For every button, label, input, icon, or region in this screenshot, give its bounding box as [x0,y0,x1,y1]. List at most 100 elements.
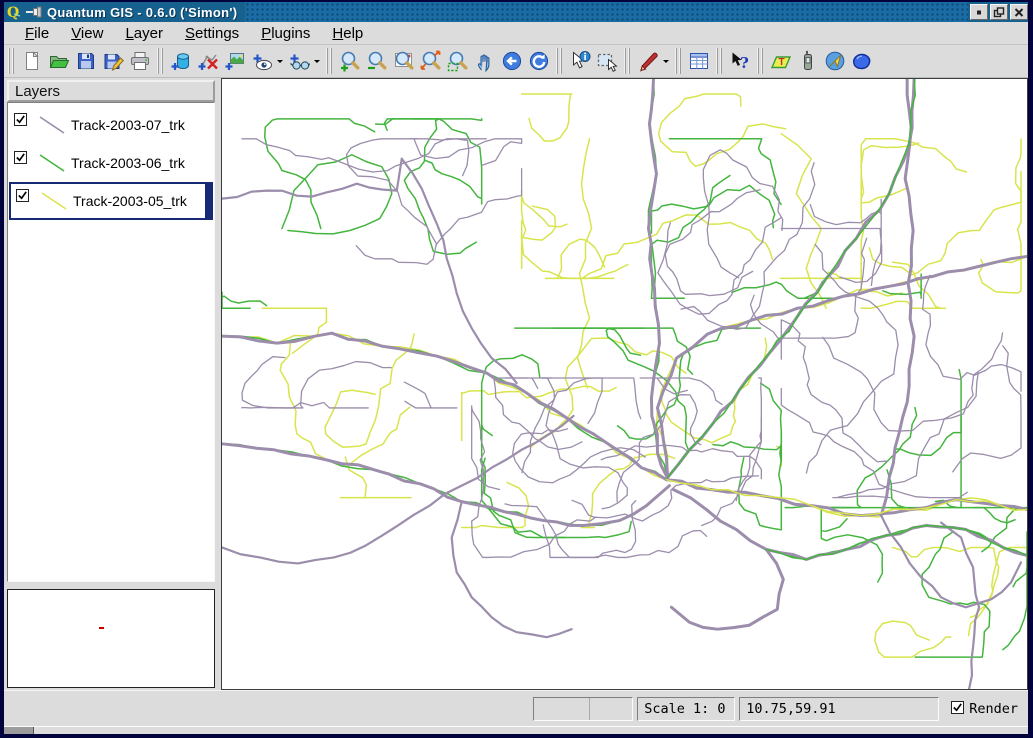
zoom-full-extent-button[interactable] [390,48,417,75]
minimize-button[interactable] [970,4,988,20]
gps-track [681,163,815,329]
pin-icon[interactable] [25,4,43,20]
overview-panel[interactable] [7,589,215,688]
layer-visibility-checkbox[interactable] [14,151,27,164]
status-bar: Scale 1: 0 10.75,59.91 Render [4,690,1028,726]
add-postgis-layer-button[interactable] [167,48,194,75]
layer-item-track-2003-07_trk[interactable]: Track-2003-07_trk [9,106,213,144]
layer-visibility-checkbox[interactable] [14,113,27,126]
qgis-window: Q Quantum GIS - 0.6.0 ('Simon') FileView… [0,0,1033,738]
menu-layer[interactable]: Layer [114,23,174,44]
back-arrow-icon [501,50,523,72]
gps-track [702,417,762,525]
gps-track [781,268,862,279]
toolbar-handle[interactable] [716,48,722,74]
eye-add-icon [251,50,273,72]
save-icon [75,50,97,72]
checkmark-icon [15,152,26,163]
gps-track [618,328,761,439]
add-vector-layer-button[interactable] [194,48,221,75]
layers-panel-header: Layers [7,80,215,102]
zoom-to-layer-button[interactable] [444,48,471,75]
checkmark-icon [15,114,26,125]
save-project-as-button[interactable] [99,48,126,75]
gps-track [282,155,392,234]
compass-plugin-button[interactable] [821,48,848,75]
gps-track [781,134,826,308]
progress-divider [589,698,590,720]
zoom-layer-icon [447,50,469,72]
zoom-previous-button[interactable] [498,48,525,75]
gps-track [606,328,688,449]
gps-track [384,119,481,130]
gps-track [404,382,457,408]
svg-text:T: T [778,57,784,68]
table-icon [688,50,710,72]
capture-tool-button-dropdown[interactable] [661,48,671,75]
pan-map-button[interactable] [471,48,498,75]
horizontal-splitter[interactable] [7,582,215,589]
add-raster-layer-button[interactable] [221,48,248,75]
resize-grip[interactable] [4,727,34,734]
zoom-to-selection-button[interactable] [417,48,444,75]
layer-item-track-2003-05_trk[interactable]: Track-2003-05_trk [9,182,213,220]
toolbar-handle[interactable] [556,48,562,74]
refresh-map-button[interactable] [525,48,552,75]
zoom-in-button[interactable] [336,48,363,75]
attribute-table-button[interactable] [685,48,712,75]
gps-track [669,139,781,205]
gps-track [659,94,786,166]
zoom-out-button[interactable] [363,48,390,75]
label-tool-button[interactable]: T [767,48,794,75]
progress-bar [533,697,633,721]
gps-track [833,373,979,498]
gps-track [703,150,782,278]
toolbar-handle[interactable] [757,48,763,74]
identify-features-button[interactable] [566,48,593,75]
menu-help[interactable]: Help [321,23,374,44]
toolbar-handle[interactable] [624,48,630,74]
gps-track [265,119,375,229]
open-project-button[interactable] [45,48,72,75]
toolbar-handle[interactable] [675,48,681,74]
import-gps-button[interactable] [285,48,312,75]
new-vector-layer-button-dropdown[interactable] [275,48,285,75]
plugin-tool-button[interactable] [848,48,875,75]
capture-tool-button[interactable] [634,48,661,75]
coordinate-display: 10.75,59.91 [739,697,939,721]
map-canvas[interactable] [221,78,1028,690]
title-bar[interactable]: Q Quantum GIS - 0.6.0 ('Simon') [4,2,1028,22]
gps-track [810,199,881,285]
save-project-button[interactable] [72,48,99,75]
svg-text:?: ? [740,54,749,72]
maximize-button[interactable] [990,4,1008,20]
layer-visibility-checkbox[interactable] [16,189,29,202]
gps-tools-button[interactable] [794,48,821,75]
gps-track [979,139,1021,293]
render-toggle[interactable]: Render [943,701,1022,717]
layers-list: Track-2003-07_trkTrack-2003-06_trkTrack-… [7,102,215,582]
layer-item-track-2003-06_trk[interactable]: Track-2003-06_trk [9,144,213,182]
new-vector-layer-button[interactable] [248,48,275,75]
menu-settings[interactable]: Settings [174,23,250,44]
print-button[interactable] [126,48,153,75]
checkmark-icon [17,190,28,201]
new-project-button[interactable] [18,48,45,75]
gps-track [935,370,961,508]
main-area: Layers Track-2003-07_trkTrack-2003-06_tr… [4,78,1028,690]
toolbar-handle[interactable] [326,48,332,74]
render-checkbox[interactable] [951,701,964,714]
close-button[interactable] [1010,4,1028,20]
select-features-button[interactable] [593,48,620,75]
menu-file[interactable]: File [14,23,60,44]
gps-track [482,458,632,537]
import-gps-button-dropdown[interactable] [312,48,322,75]
gps-track [222,444,669,526]
layer-line-symbol [35,151,69,175]
toolbar-handle[interactable] [8,48,14,74]
toolbar-handle[interactable] [157,48,163,74]
whats-this-button[interactable]: ? [726,48,753,75]
menu-plugins[interactable]: Plugins [250,23,321,44]
menu-view[interactable]: View [60,23,114,44]
gps-track [875,621,951,657]
